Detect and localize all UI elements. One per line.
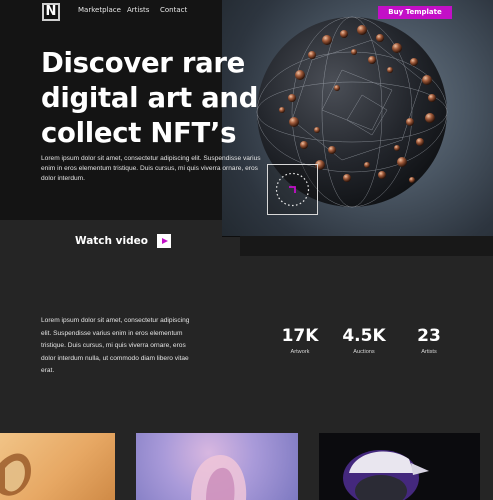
stat-artwork: 17K Artwork: [270, 326, 330, 355]
logo[interactable]: N: [42, 3, 60, 21]
hero-description: Lorem ipsum dolor sit amet, consectetur …: [41, 155, 261, 183]
gallery-card-pink-crystal[interactable]: [136, 433, 298, 500]
hero-title: Discover rare digital art and collect NF…: [41, 47, 259, 149]
stat-value: 23: [417, 326, 441, 346]
nav-link-marketplace[interactable]: Marketplace: [78, 6, 121, 14]
gallery-card-gold-swirl[interactable]: [0, 433, 115, 500]
stat-value: 17K: [281, 326, 319, 346]
rotating-seal-icon: [267, 164, 318, 215]
hero-image-shadow: [240, 234, 493, 256]
stat-label: Auctions: [353, 349, 375, 355]
gallery-card-neon-portrait[interactable]: [319, 433, 480, 500]
stat-value: 4.5K: [342, 326, 386, 346]
stat-label: Artists: [421, 349, 437, 355]
nav-link-contact[interactable]: Contact: [160, 6, 187, 14]
watch-video-label: Watch video: [75, 235, 148, 247]
stat-artists: 23 Artists: [399, 326, 459, 355]
watch-video-button[interactable]: Watch video: [75, 234, 171, 248]
stats-description: Lorem ipsum dolor sit amet, consectetur …: [41, 317, 190, 374]
stat-auctions: 4.5K Auctions: [334, 326, 394, 355]
stat-label: Artwork: [290, 349, 310, 355]
buy-template-button[interactable]: Buy Template: [378, 6, 452, 19]
play-icon[interactable]: [156, 234, 171, 248]
nav-link-artists[interactable]: Artists: [127, 6, 149, 14]
